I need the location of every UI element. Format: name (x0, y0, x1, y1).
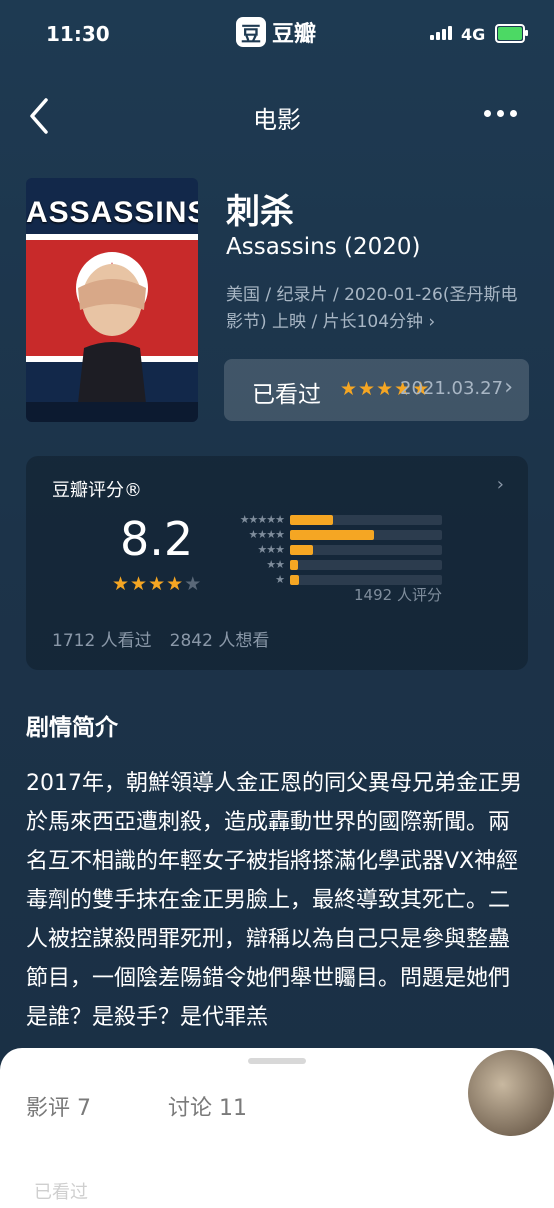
star-icon: ★ (358, 378, 376, 400)
movie-title: 刺杀 (226, 192, 294, 232)
signal-icon (430, 26, 452, 40)
watched-button[interactable]: 已看过 ★ ★ ★ ★ ★ 2021.03.27 › (224, 359, 529, 421)
battery-cap (525, 30, 528, 36)
rating-bar-fill (290, 545, 313, 555)
rating-bar-track (290, 560, 442, 570)
rating-bar-fill (290, 575, 300, 585)
chevron-right-icon: › (496, 474, 504, 495)
rating-score: 8.2 (120, 512, 194, 566)
brand-name: 豆瓣 (272, 22, 317, 47)
bottom-sheet[interactable]: 影评 7 讨论 11 已看过 (0, 1048, 554, 1208)
battery-icon (495, 24, 525, 43)
rating-bar-track (290, 515, 442, 525)
network-type: 4G (461, 25, 486, 44)
star-icon: ★ (130, 573, 148, 595)
star-icon: ★ (340, 378, 358, 400)
douban-logo-icon: 豆 (236, 17, 266, 47)
star-icon: ★ (184, 573, 202, 595)
rating-bar-fill (290, 560, 298, 570)
rating-bar-fill (290, 530, 374, 540)
synopsis-title: 剧情简介 (26, 715, 118, 741)
movie-meta[interactable]: 美国 / 纪录片 / 2020-01-26(圣丹斯电影节) 上映 / 片长104… (226, 282, 526, 336)
tab-discussions[interactable]: 讨论 11 (168, 1090, 247, 1122)
movie-subtitle: Assassins (2020) (226, 234, 421, 260)
star-icon: ★ (166, 573, 184, 595)
star-row-label: ★ (275, 573, 285, 586)
star-icon: ★ (112, 573, 130, 595)
rating-bar-track (290, 545, 442, 555)
page-title: 电影 (253, 106, 301, 134)
watched-count: 1712 人看过 (52, 631, 152, 651)
drag-handle[interactable] (248, 1058, 306, 1064)
rating-bar-fill (290, 515, 333, 525)
star-row-label: ★★★ (257, 543, 285, 556)
rating-stats: 1712 人看过 2842 人想看 (52, 626, 269, 651)
star-row-label: ★★ (266, 558, 285, 571)
want-count: 2842 人想看 (169, 631, 270, 651)
movie-poster[interactable]: ASSASSINS (26, 178, 198, 422)
watched-label: 已看过 (252, 382, 321, 408)
watched-date: 2021.03.27 (400, 378, 504, 399)
rating-distribution (290, 515, 442, 590)
rating-count: 1492 人评分 (354, 586, 442, 604)
poster-title: ASSASSINS (26, 196, 198, 229)
synopsis-body: 2017年，朝鮮領導人金正恩的同父異母兄弟金正男於馬來西亞遭刺殺，造成轟動世界的… (26, 771, 522, 1030)
tab-reviews[interactable]: 影评 7 (26, 1090, 91, 1122)
rating-card[interactable]: 豆瓣评分® › 8.2 ★ ★ ★ ★ ★ ★★★★★ ★★★★ ★★★ ★★ ★ 14… (26, 456, 528, 670)
brand: 豆 豆瓣 (236, 16, 316, 48)
chevron-right-icon: › (504, 375, 513, 400)
star-icon: ★ (376, 378, 394, 400)
star-row-label: ★★★★★ (239, 513, 285, 526)
rating-label: 豆瓣评分® (52, 480, 142, 501)
distribution-star-labels: ★★★★★ ★★★★ ★★★ ★★ ★ (214, 512, 285, 587)
status-time: 11:30 (46, 22, 110, 46)
sheet-next-label: 已看过 (34, 1182, 88, 1203)
star-icon: ★ (148, 573, 166, 595)
avatar[interactable] (468, 1050, 554, 1136)
star-row-label: ★★★★ (248, 528, 285, 541)
more-button[interactable] (484, 110, 517, 117)
rating-stars: ★ ★ ★ ★ ★ (112, 573, 201, 595)
rating-bar-track (290, 530, 442, 540)
